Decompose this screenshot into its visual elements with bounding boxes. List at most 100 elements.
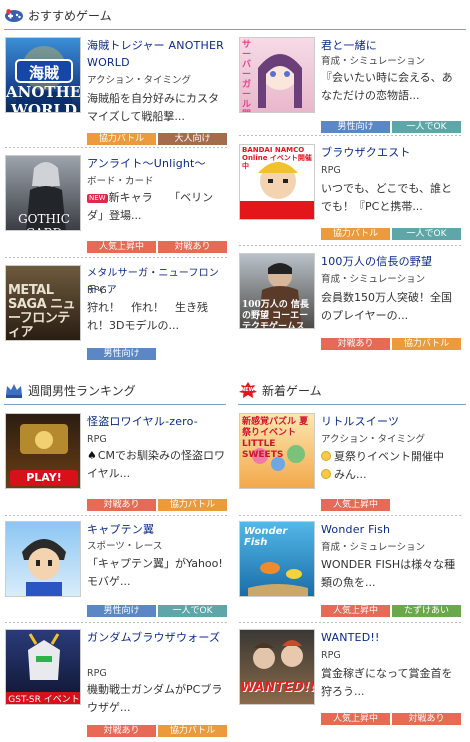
tag-badge: 一人でOK [392, 228, 461, 240]
thumbnail-text: サーバーガール 開催 [242, 40, 252, 112]
game-title-link[interactable]: 海賊トレジャー ANOTHER WORLD [87, 37, 227, 71]
description-text: 夏祭りイベント開催中 [334, 450, 444, 463]
badge-row: 協力バトル 大人向け [87, 133, 227, 145]
section-rule [4, 29, 466, 30]
game-thumbnail[interactable]: 海賊 ANOTHER WORLD [5, 37, 81, 113]
gamepad-icon: ● [4, 6, 24, 24]
game-card[interactable]: 海賊 ANOTHER WORLD 海賊トレジャー ANOTHER WORLD ア… [5, 37, 227, 145]
game-title-link[interactable]: 怪盗ロワイヤル-zero- [87, 413, 227, 430]
game-title-link[interactable]: Wonder Fish [321, 521, 461, 538]
game-thumbnail[interactable] [5, 521, 81, 597]
new-label: NEW [87, 194, 108, 203]
game-genre: 育成・シミュレーション [321, 274, 426, 285]
thumbnail-text: Wonder Fish [244, 526, 288, 548]
game-thumbnail[interactable]: METAL SAGA ニューフロンティア [5, 265, 81, 341]
tag-badge: 協力バトル [392, 338, 461, 350]
game-thumbnail[interactable]: Wonder Fish [239, 521, 315, 597]
game-thumbnail[interactable]: サーバーガール 開催 [239, 37, 315, 113]
badge-row: 人気上昇中 対戦あり [87, 241, 227, 253]
game-title-link[interactable]: ブラウザクエスト [321, 144, 461, 161]
new-icon: NEW [238, 381, 258, 399]
game-thumbnail[interactable]: 新感覚パズル 夏祭りイベント LITTLE SWEETS [239, 413, 315, 489]
game-genre: アクション・タイミング [87, 75, 192, 86]
tag-badge: 協力バトル [321, 228, 390, 240]
game-title-link[interactable]: リトルスイーツ [321, 413, 461, 430]
game-card[interactable]: METAL SAGA ニューフロンティア メタルサーガ・ニューフロンティア RP… [5, 265, 227, 365]
game-card[interactable]: Wonder Fish Wonder Fish 育成・シミュレーション WOND… [239, 521, 461, 621]
game-title-link[interactable]: 100万人の信長の野望 [321, 253, 461, 270]
thumbnail-text: WANTED!! [240, 680, 315, 695]
game-description: 『会いたい時に会える、あなただけの恋物語... [321, 71, 453, 102]
badge-row: 人気上昇中 対戦あり [321, 713, 461, 725]
game-genre: 育成・シミュレーション [321, 56, 426, 67]
game-thumbnail[interactable]: 100万人の 信長の野望 コーエーテクモゲームス [239, 253, 315, 329]
tag-badge: 協力バトル [87, 133, 156, 145]
description-text: みん... [334, 468, 367, 481]
divider [239, 622, 461, 623]
game-genre: RPG [87, 285, 107, 296]
game-card[interactable]: 新感覚パズル 夏祭りイベント LITTLE SWEETS リトルスイーツ アクシ… [239, 413, 461, 513]
tag-badge: 対戦あり [87, 725, 156, 737]
game-card[interactable]: キャプテン翼 スポーツ・レース 「キャプテン翼」がYahoo!モバゲ... 男性… [5, 521, 227, 621]
game-description: 狩れ！ 作れ！ 生き残れ！3Dモデルの... [87, 301, 208, 332]
game-title-link[interactable]: メタルサーガ・ニューフロンティア [87, 265, 227, 299]
description-line: 夏祭りイベント開催中 [321, 448, 461, 466]
thumbnail-text: 海賊 ANOTHER WORLD [6, 64, 81, 113]
section-title: おすすめゲーム [28, 8, 112, 23]
game-description: WONDER FISHは様々な種類の魚を... [321, 558, 456, 589]
description-line: みん... [321, 466, 461, 484]
game-title-link[interactable]: アンライト～Unlight～ [87, 155, 227, 172]
divider [5, 515, 227, 516]
game-thumbnail[interactable]: WANTED!! [239, 629, 315, 705]
game-card[interactable]: PLAY! 怪盗ロワイヤル-zero- RPG ♠CMでお馴染みの怪盗ロワイヤル… [5, 413, 227, 513]
badge-row: 対戦あり 協力バトル [87, 499, 227, 511]
thumbnail-text: 新感覚パズル 夏祭りイベント LITTLE SWEETS [242, 417, 309, 460]
game-thumbnail[interactable]: BANDAI NAMCO Online イベント開催中 [239, 144, 315, 220]
game-card[interactable]: サーバーガール 開催 君と一緒に 育成・シミュレーション 『会いたい時に会える、… [239, 37, 461, 137]
lightbulb-icon [321, 451, 331, 461]
game-title-link[interactable]: 君と一緒に [321, 37, 461, 54]
game-title-link[interactable]: ガンダムブラウザウォーズ [87, 629, 227, 646]
game-description: 海賊船を自分好みにカスタマイズして戦船撃... [87, 92, 219, 123]
game-thumbnail[interactable]: GOTHIC CARD GAME アンライト [5, 155, 81, 231]
play-button[interactable]: PLAY! [10, 470, 78, 486]
tag-badge: 対戦あり [158, 241, 227, 253]
game-card[interactable]: 100万人の 信長の野望 コーエーテクモゲームス 100万人の信長の野望 育成・… [239, 253, 461, 353]
badge-row: 男性向け [87, 348, 156, 360]
game-title-link[interactable]: キャプテン翼 [87, 521, 227, 538]
section-header-recommended: ● おすすめゲーム [4, 4, 112, 26]
game-genre: スポーツ・レース [87, 541, 163, 552]
game-card[interactable]: BANDAI NAMCO Online イベント開催中 ブラウザクエスト RPG… [239, 144, 461, 244]
badge-row: 対戦あり 協力バトル [321, 338, 461, 350]
section-header-new: NEW 新着ゲーム [238, 379, 322, 401]
badge-row: 対戦あり 協力バトル [87, 725, 227, 737]
spade-icon: ♠ [87, 449, 97, 462]
game-thumbnail[interactable]: GST-SR イベント中！ [5, 629, 81, 705]
game-card[interactable]: WANTED!! WANTED!! RPG 賞金稼ぎになって賞金首を狩ろう...… [239, 629, 461, 729]
tag-badge: 協力バトル [158, 725, 227, 737]
game-card[interactable]: GST-SR イベント中！ ガンダムブラウザウォーズ RPG 機動戦士ガンダムが… [5, 629, 227, 737]
section-rule [238, 404, 466, 405]
thumbnail-banner: GST-SR イベント中！ [6, 692, 80, 704]
divider [5, 147, 227, 148]
section-title: 週間男性ランキング [28, 383, 136, 398]
game-thumbnail[interactable]: PLAY! [5, 413, 81, 489]
game-genre: RPG [87, 434, 107, 445]
game-genre: ボード・カード [87, 176, 154, 187]
game-title-link[interactable]: WANTED!! [321, 629, 461, 646]
game-card[interactable]: GOTHIC CARD GAME アンライト アンライト～Unlight～ ボー… [5, 155, 227, 255]
lightbulb-icon [321, 469, 331, 479]
divider [5, 257, 227, 258]
tag-badge: 対戦あり [321, 338, 390, 350]
game-genre: RPG [87, 668, 107, 679]
tag-badge: 人気上昇中 [321, 499, 390, 511]
tag-badge: 対戦あり [87, 499, 156, 511]
badge-row: 人気上昇中 たずけあい [321, 605, 461, 617]
tag-badge: 大人向け [158, 133, 227, 145]
tag-badge: 対戦あり [392, 713, 461, 725]
game-genre: RPG [321, 650, 341, 661]
section-header-ranking: 週間男性ランキング [4, 379, 136, 401]
tag-badge: 男性向け [87, 348, 156, 360]
badge-row: 男性向け 一人でOK [87, 605, 227, 617]
badge-row: 協力バトル 一人でOK [321, 228, 461, 240]
